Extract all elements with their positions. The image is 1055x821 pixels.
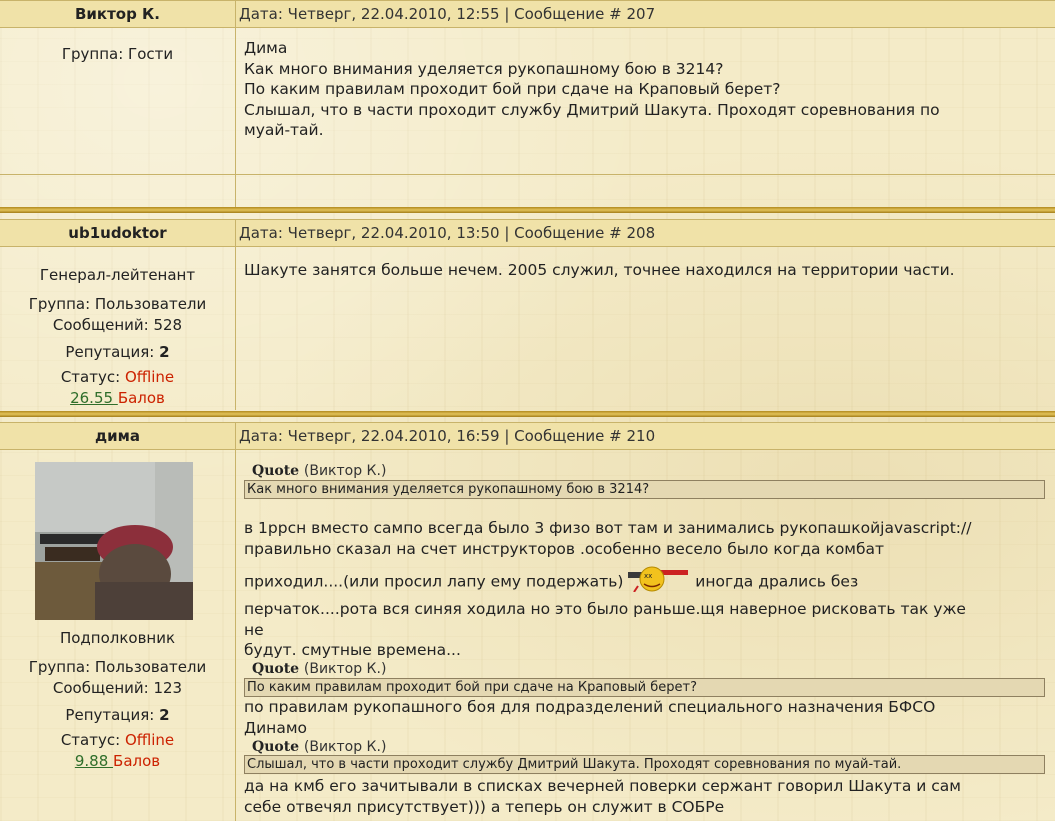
post-line: Как много внимания уделяется рукопашному…	[244, 59, 724, 78]
post-body: по правилам рукопашного боя для подразде…	[244, 697, 1044, 738]
author-group: Группа: Пользователи	[28, 295, 207, 313]
status-label: Статус:	[60, 731, 121, 749]
quote-header: Quote (Виктор К.)	[252, 738, 386, 756]
post-body: Шакуте занятся больше нечем. 2005 служил…	[244, 260, 1044, 281]
author-reputation: Репутация: 2	[0, 342, 235, 363]
post-line: себе отвечял присутствует))) а теперь он…	[244, 797, 725, 816]
reputation-label: Репутация:	[65, 706, 155, 724]
post-body: да на кмб его зачитывали в списках вечер…	[244, 776, 1044, 817]
avatar	[35, 462, 193, 620]
author-status: Статус: Offline	[0, 730, 235, 751]
balls-link[interactable]: 26.55	[70, 389, 118, 407]
quote-header: Quote (Виктор К.)	[252, 462, 386, 480]
status-value: Offline	[124, 368, 175, 386]
author-status: Статус: Offline	[0, 367, 235, 388]
post-author[interactable]: ub1udoktor	[0, 220, 236, 246]
balls-label: Балов	[117, 389, 165, 407]
author-group: Группа: Гости	[61, 45, 174, 63]
author-info: Подполковник Группа: Пользователи Сообще…	[0, 628, 236, 772]
quote-author: (Виктор К.)	[303, 661, 387, 677]
post-author[interactable]: Виктор К.	[0, 1, 236, 27]
quote-label: Quote	[252, 661, 300, 677]
quote-box: По каким правилам проходит бой при сдаче…	[244, 678, 1045, 697]
post-header: дима Дата: Четверг, 22.04.2010, 16:59 | …	[0, 422, 1055, 450]
post-author[interactable]: дима	[0, 423, 236, 449]
post-body: перчаток....рота вся синяя ходила но это…	[244, 599, 1044, 661]
reputation-label: Репутация:	[65, 343, 155, 361]
quote-label: Quote	[252, 463, 300, 479]
post-line: Дима	[244, 39, 288, 57]
reputation-value: 2	[159, 343, 170, 361]
post-line-with-smiley: приходил....(или просил лапу ему подержа…	[244, 566, 1044, 598]
post-meta: Дата: Четверг, 22.04.2010, 13:50 | Сообщ…	[239, 224, 656, 242]
post-line: да на кмб его зачитывали в списках вечер…	[244, 777, 961, 795]
quote-header: Quote (Виктор К.)	[252, 660, 386, 678]
author-reputation: Репутация: 2	[0, 705, 235, 726]
post-meta: Дата: Четверг, 22.04.2010, 16:59 | Сообщ…	[239, 427, 656, 445]
post-line: муай-тай.	[244, 121, 324, 139]
status-label: Статус:	[60, 368, 121, 386]
post-line: приходил....(или просил лапу ему подержа…	[244, 572, 624, 591]
status-value: Offline	[124, 731, 175, 749]
author-balls: 26.55 Балов	[0, 388, 235, 409]
quote-box: Слышал, что в части проходит службу Дмит…	[244, 755, 1045, 774]
post-meta: Дата: Четверг, 22.04.2010, 12:55 | Сообщ…	[239, 5, 656, 23]
post-line: правильно сказал на счет инструкторов .о…	[244, 539, 885, 558]
post-header: Виктор К. Дата: Четверг, 22.04.2010, 12:…	[0, 0, 1055, 28]
author-balls: 9.88 Балов	[0, 751, 235, 772]
post-line: по правилам рукопашного боя для подразде…	[244, 698, 936, 716]
post-body: в 1ррсн вместо сампо всегда было 3 физо …	[244, 518, 1044, 559]
post-body: Дима Как много внимания уделяется рукопа…	[244, 38, 1044, 141]
author-rank: Генерал-лейтенант	[39, 266, 196, 284]
quote-author: (Виктор К.)	[303, 739, 387, 755]
avatar-image	[35, 462, 193, 620]
post-line: перчаток....рота вся синяя ходила но это…	[244, 600, 966, 618]
post-header: ub1udoktor Дата: Четверг, 22.04.2010, 13…	[0, 219, 1055, 247]
post-line: иногда дрались без	[695, 572, 859, 591]
author-info: Группа: Гости	[0, 44, 236, 65]
post-line: По каким правилам проходит бой при сдаче…	[244, 80, 781, 98]
row-divider	[0, 174, 1055, 175]
reputation-value: 2	[159, 706, 170, 724]
author-info: Генерал-лейтенант Группа: Пользователи С…	[0, 265, 236, 409]
post-separator	[0, 207, 1055, 213]
quote-label: Quote	[252, 739, 300, 755]
post-line: Шакуте занятся больше нечем. 2005 служил…	[244, 261, 955, 279]
author-group: Группа: Пользователи	[28, 658, 207, 676]
author-messages: Сообщений: 123	[52, 679, 183, 697]
post-line: не	[244, 620, 264, 639]
balls-label: Балов	[113, 752, 161, 770]
post-separator	[0, 411, 1055, 417]
post-line: Динамо	[244, 718, 307, 737]
svg-text:xx: xx	[644, 572, 652, 580]
quote-box: Как много внимания уделяется рукопашному…	[244, 480, 1045, 499]
author-messages: Сообщений: 528	[52, 316, 183, 334]
post-line: в 1ррсн вместо сампо всегда было 3 физо …	[244, 519, 972, 537]
post-line: будут. смутные времена...	[244, 641, 461, 659]
balls-link[interactable]: 9.88	[75, 752, 113, 770]
smiley-icon: xx	[628, 566, 690, 598]
post-line: Слышал, что в части проходит службу Дмит…	[244, 100, 940, 119]
author-rank: Подполковник	[59, 629, 176, 647]
quote-author: (Виктор К.)	[303, 463, 387, 479]
